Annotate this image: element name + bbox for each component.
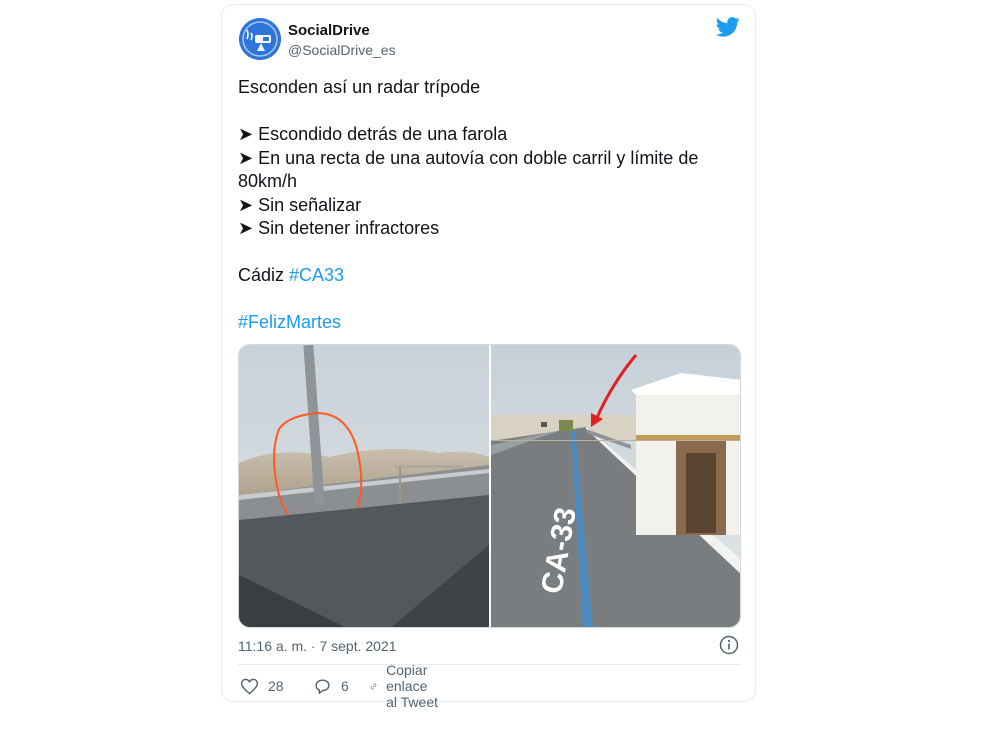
hashtag-link[interactable]: #FelizMartes <box>238 311 743 335</box>
twitter-bird-icon <box>716 17 740 37</box>
author-display-name[interactable]: SocialDrive <box>288 22 370 39</box>
copy-link-label: Copiar enlace al Tweet <box>386 662 438 710</box>
tweet-media[interactable]: CA-33 <box>238 344 741 628</box>
reply-icon <box>315 678 330 694</box>
tweet-card: SocialDrive @SocialDrive_es Esconden así… <box>221 4 756 710</box>
highway-photo-right[interactable]: CA-33 <box>491 345 741 628</box>
tweet-line <box>238 100 743 124</box>
heart-icon <box>240 678 259 695</box>
divider <box>238 664 741 665</box>
tweet-timestamp[interactable]: 11:16 a. m. · 7 sept. 2021 <box>238 638 397 654</box>
tweet-line: ➤ Sin detener infractores <box>238 218 440 238</box>
tweet-line: Cádiz #CA33 <box>238 264 743 288</box>
like-count: 28 <box>268 678 284 694</box>
reply-button[interactable]: 6 <box>313 675 349 697</box>
socialdrive-logo-icon[interactable] <box>239 18 281 60</box>
location-text: Cádiz <box>238 265 290 285</box>
tweet-line <box>238 241 743 265</box>
tweet-line <box>238 288 743 312</box>
tweet-line: ➤ En una recta de una autovía con doble … <box>238 147 699 168</box>
link-icon <box>370 683 377 689</box>
like-button[interactable]: 28 <box>240 675 284 697</box>
tweet-line: ➤ Sin señalizar <box>238 194 362 215</box>
tweet-text: Esconden así un radar trípode ➤ Escondid… <box>238 76 743 335</box>
author-handle[interactable]: @SocialDrive_es <box>288 42 396 58</box>
info-icon[interactable] <box>719 635 739 655</box>
reply-count: 6 <box>341 678 349 694</box>
tweet-line: Esconden así un radar trípode <box>238 77 481 97</box>
hashtag-link[interactable]: #CA33 <box>289 265 344 285</box>
tweet-line: 80km/h <box>238 171 298 191</box>
radar-photo-left[interactable] <box>239 345 489 628</box>
copy-link-button[interactable]: Copiar enlace al Tweet <box>370 662 439 710</box>
tweet-line: ➤ Escondido detrás de una farola <box>238 124 508 144</box>
